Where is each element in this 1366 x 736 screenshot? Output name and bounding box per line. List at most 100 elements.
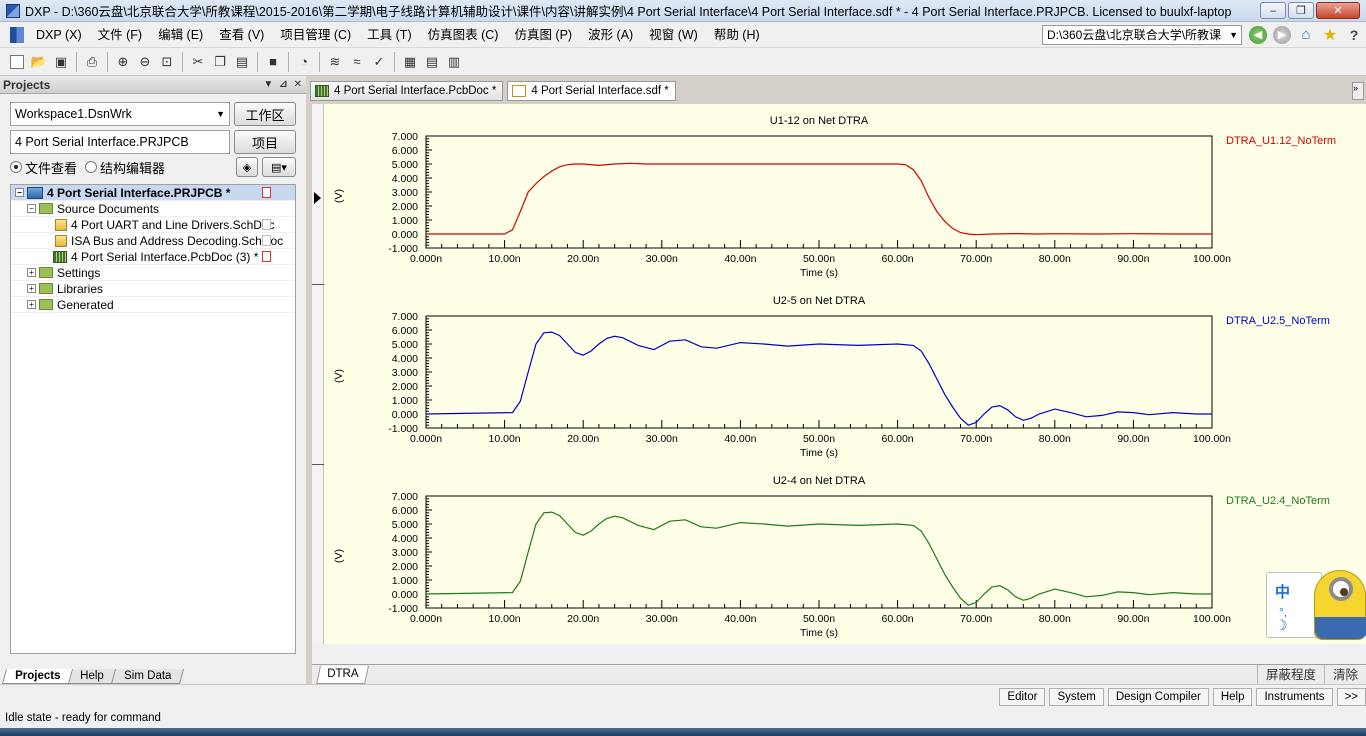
struct-editor-radio[interactable]: [85, 161, 98, 173]
menu-sim-plot[interactable]: 仿真图 (P): [506, 24, 580, 46]
collapse-icon[interactable]: −: [15, 188, 24, 197]
paste-icon[interactable]: ▤: [231, 51, 253, 73]
tab-pcbdoc[interactable]: 4 Port Serial Interface.PcbDoc *: [310, 81, 504, 101]
panel-menu-icon[interactable]: ▼: [263, 79, 273, 90]
menu-file[interactable]: 文件 (F): [90, 24, 150, 46]
pcb-icon: [315, 85, 329, 97]
close-button[interactable]: ✕: [1316, 2, 1360, 19]
workspace-button[interactable]: 工作区: [234, 102, 296, 126]
menu-view[interactable]: 查看 (V): [211, 24, 272, 46]
x-tick-label: 80.00n: [1039, 613, 1071, 625]
menu-tools[interactable]: 工具 (T): [359, 24, 419, 46]
tab-sim-data[interactable]: Sim Data: [111, 669, 185, 684]
layers-icon[interactable]: ◈: [236, 157, 258, 177]
zoom-in-icon[interactable]: ⊕: [112, 51, 134, 73]
menu-project[interactable]: 项目管理 (C): [272, 24, 359, 46]
tree-item-generated[interactable]: + Generated: [11, 297, 295, 313]
tree-item-source-documents[interactable]: − Source Documents: [11, 201, 295, 217]
panel-close-icon[interactable]: ✕: [294, 79, 302, 90]
tree-label: 4 Port Serial Interface.PcbDoc (3) *: [71, 249, 259, 264]
tab-projects[interactable]: Projects: [1, 669, 74, 684]
path-combo[interactable]: D:\360云盘\北京联合大学\所教课 ▼: [1042, 24, 1242, 45]
menu-sim-chart[interactable]: 仿真图表 (C): [420, 24, 507, 46]
cut-icon[interactable]: ✂: [187, 51, 209, 73]
tab-dtra[interactable]: DTRA: [316, 665, 370, 684]
zoom-fit-icon[interactable]: ⊡: [156, 51, 178, 73]
instruments-button[interactable]: Instruments: [1256, 688, 1333, 706]
menu-window[interactable]: 视窗 (W): [641, 24, 706, 46]
measure-icon[interactable]: ▥: [443, 51, 465, 73]
x-tick-label: 30.00n: [646, 433, 678, 445]
favorite-star-icon[interactable]: ★: [1321, 26, 1339, 44]
tree-item-doc-isa[interactable]: ISA Bus and Address Decoding.SchDoc: [11, 233, 295, 249]
waveform-area[interactable]: U1-12 on Net DTRA 7.000 6.000 5.000 4.000 3.0…: [324, 104, 1366, 644]
forward-icon[interactable]: ▶: [1273, 25, 1291, 44]
y-tick-label: 0.000: [392, 409, 418, 421]
more-button[interactable]: >>: [1336, 688, 1366, 706]
expand-icon[interactable]: +: [27, 284, 36, 293]
maximize-button[interactable]: ❐: [1288, 2, 1314, 19]
project-field[interactable]: 4 Port Serial Interface.PRJPCB: [10, 130, 230, 154]
design-compiler-button[interactable]: Design Compiler: [1107, 688, 1209, 706]
tree-item-doc-pcb[interactable]: 4 Port Serial Interface.PcbDoc (3) *: [11, 249, 295, 265]
stop-icon[interactable]: ■: [262, 51, 284, 73]
wave-check-icon[interactable]: ✓: [368, 51, 390, 73]
y-axis-label: (V): [333, 189, 345, 203]
collapse-icon[interactable]: −: [27, 204, 36, 213]
workspace-combo[interactable]: Workspace1.DsnWrk ▼: [10, 102, 230, 126]
system-button[interactable]: System: [1049, 688, 1104, 706]
x-tick-label: 70.00n: [960, 253, 992, 265]
open-folder-icon[interactable]: 📂: [28, 51, 50, 73]
tree-item-libraries[interactable]: + Libraries: [11, 281, 295, 297]
home-icon[interactable]: ⌂: [1297, 26, 1315, 44]
chart-icon[interactable]: ▤: [421, 51, 443, 73]
print-icon[interactable]: ⎙: [81, 51, 103, 73]
y-tick-label: 0.000: [392, 229, 418, 241]
add-wave-icon[interactable]: ≋: [324, 51, 346, 73]
tab-overflow-icon[interactable]: »: [1352, 82, 1364, 100]
menu-edit[interactable]: 编辑 (E): [150, 24, 211, 46]
copy-icon[interactable]: ❐: [209, 51, 231, 73]
tab-help[interactable]: Help: [67, 669, 118, 684]
tab-sdf[interactable]: 4 Port Serial Interface.sdf *: [507, 81, 676, 101]
help-button[interactable]: Help: [1212, 688, 1253, 706]
x-tick-label: 40.00n: [724, 613, 756, 625]
doc-options-icon[interactable]: ▤▾: [262, 157, 296, 177]
back-icon[interactable]: ◀: [1249, 25, 1267, 44]
add-plot-icon[interactable]: ▦: [399, 51, 421, 73]
tab-label: 4 Port Serial Interface.sdf *: [531, 85, 669, 97]
save-icon[interactable]: ▣: [50, 51, 72, 73]
minimize-button[interactable]: –: [1260, 2, 1286, 19]
menu-dxp[interactable]: DXP (X): [28, 24, 90, 46]
x-tick-label: 10.00n: [489, 253, 521, 265]
x-tick-label: 0.000n: [410, 613, 442, 625]
mask-level-button[interactable]: 屏蔽程度: [1256, 664, 1324, 685]
clear-button[interactable]: 清除: [1323, 664, 1366, 685]
menu-wave[interactable]: 波形 (A): [580, 24, 641, 46]
y-tick-label: 6.000: [392, 145, 418, 157]
new-icon[interactable]: [6, 51, 28, 73]
y-tick-label: 3.000: [392, 367, 418, 379]
plot-selector-gutter[interactable]: [312, 104, 324, 644]
project-icon: [27, 186, 43, 199]
expand-icon[interactable]: +: [27, 300, 36, 309]
file-view-radio[interactable]: [10, 161, 22, 173]
hint-icon[interactable]: ◔: [293, 51, 315, 73]
x-tick-label: 100.00n: [1193, 253, 1231, 265]
y-tick-label: 2.000: [392, 201, 418, 213]
editor-button[interactable]: Editor: [999, 688, 1046, 706]
expand-icon[interactable]: +: [27, 268, 36, 277]
zoom-out-icon[interactable]: ⊖: [134, 51, 156, 73]
tree-item-root[interactable]: − 4 Port Serial Interface.PRJPCB *: [11, 185, 295, 201]
y-tick-label: 6.000: [392, 505, 418, 517]
series-line: [425, 331, 1212, 426]
tree-item-doc-uart[interactable]: 4 Port UART and Line Drivers.SchDoc: [11, 217, 295, 233]
help-icon[interactable]: ?: [1345, 26, 1363, 44]
menu-help[interactable]: 帮助 (H): [706, 24, 768, 46]
x-tick-label: 40.00n: [724, 253, 756, 265]
tree-item-settings[interactable]: + Settings: [11, 265, 295, 281]
project-button[interactable]: 项目: [234, 130, 296, 154]
pin-icon[interactable]: ⊿: [279, 79, 287, 90]
remove-wave-icon[interactable]: ≈: [346, 51, 368, 73]
path-text: D:\360云盘\北京联合大学\所教课: [1047, 27, 1222, 42]
